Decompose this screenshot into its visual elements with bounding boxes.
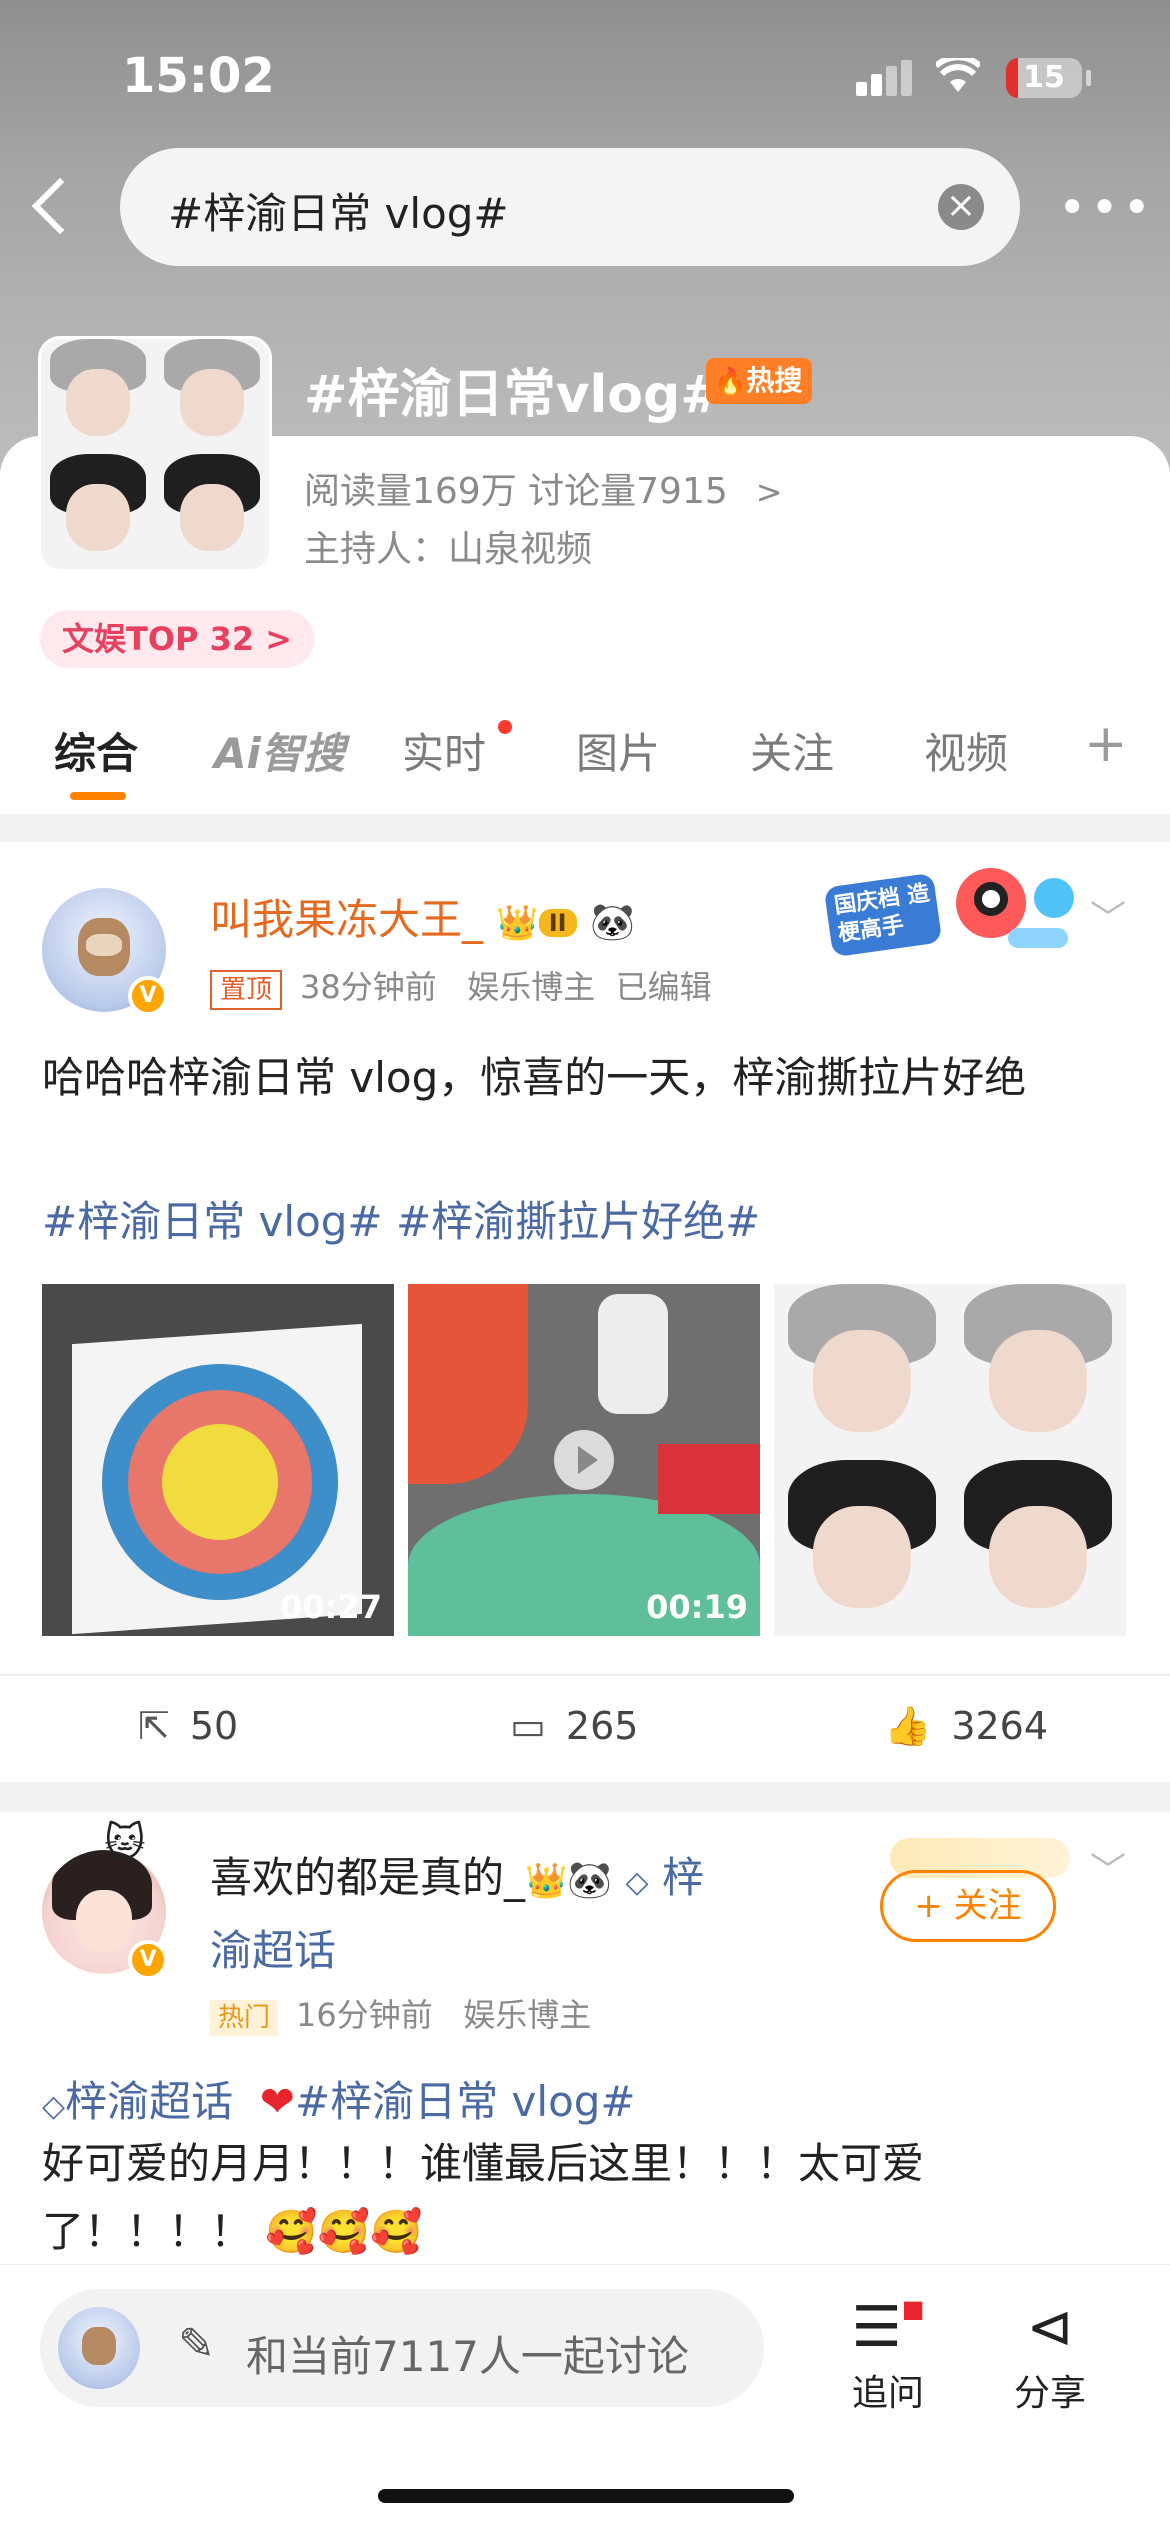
author-name[interactable]: 叫我果冻大王_ 👑 II 🐼	[210, 886, 635, 947]
hot-search-badge: 🔥热搜	[706, 358, 813, 404]
share-button[interactable]: ⊲ 分享	[990, 2295, 1110, 2416]
follow-button[interactable]: + 关注	[880, 1870, 1056, 1942]
heart-icon: ❤	[259, 2077, 295, 2126]
video-thumbnail[interactable]: 00:27	[42, 1284, 394, 1636]
comment-icon: ▭	[510, 1704, 546, 1748]
tab-video[interactable]: 视频	[924, 720, 1008, 781]
new-dot	[498, 720, 512, 734]
topic-host[interactable]: 主持人：山泉视频	[304, 520, 592, 572]
post-text: 哈哈哈梓渝日常 vlog，惊喜的一天，梓渝撕拉片好绝	[42, 1053, 1027, 1102]
post-topics[interactable]: ◇梓渝超话 ❤#梓渝日常 vlog#	[42, 2068, 636, 2129]
like-button[interactable]: 👍 3264	[884, 1704, 1048, 1749]
verified-icon: V	[128, 1940, 168, 1980]
tab-realtime[interactable]: 实时	[402, 720, 486, 781]
discussion-input[interactable]: ✎ 和当前7117人一起讨论	[40, 2289, 764, 2407]
bottom-bar: ✎ 和当前7117人一起讨论 ☰■ 追问 ⊲ 分享	[0, 2264, 1170, 2532]
topic-link: #梓渝日常 vlog#	[295, 2077, 636, 2126]
topic-stats-text: 阅读量169万 讨论量7915	[304, 471, 728, 512]
status-bar: 15:02 15	[0, 40, 1170, 110]
level-badge: II	[538, 908, 577, 937]
supertopic-icon: ◇	[42, 2089, 66, 2124]
post-text-body: 好可爱的月月！！！谁懂最后这里！！！太可爱了！！！！	[42, 2139, 925, 2256]
search-field[interactable]: #梓渝日常 vlog# ×	[120, 148, 1020, 266]
video-thumbnail[interactable]: 00:19	[408, 1284, 760, 1636]
tab-images[interactable]: 图片	[576, 720, 660, 781]
tab-general[interactable]: 综合	[54, 720, 138, 781]
ask-label: 追问	[851, 2373, 924, 2414]
image-thumbnail[interactable]	[774, 1284, 1126, 1636]
post-card: 🐱 V 喜欢的都是真的_👑🐼 ◇ 梓渝超话 热门 16分钟前 娱乐博主 + 关注 …	[0, 1812, 1170, 2272]
rank-badge[interactable]: 文娱TOP 32 >	[40, 610, 315, 668]
more-icon[interactable]: •••	[1058, 180, 1155, 236]
battery-icon: 15	[1006, 58, 1082, 98]
clear-icon[interactable]: ×	[938, 184, 984, 230]
video-duration: 00:27	[280, 1588, 382, 1626]
topic-cover-image	[38, 336, 272, 572]
add-tab-icon[interactable]: +	[1084, 714, 1128, 774]
supertopic-link: 梓渝超话	[65, 2077, 234, 2126]
crown-icon: 👑	[496, 903, 539, 943]
author-name[interactable]: 喜欢的都是真的_👑🐼 ◇ 梓渝超话	[210, 1844, 770, 1985]
post-card: V 叫我果冻大王_ 👑 II 🐼 置顶 38分钟前 娱乐博主 已编辑 国庆档 造梗高…	[0, 842, 1170, 1782]
tab-bar: 综合 Ai智搜 实时 图片 关注 视频 +	[0, 700, 1170, 810]
post-time: 16分钟前	[296, 1996, 433, 2034]
verified-icon: V	[128, 976, 168, 1016]
supertopic-inline: 梓	[661, 1853, 704, 1902]
hot-tag: 热门	[210, 2000, 279, 2036]
author-role: 娱乐博主	[467, 968, 596, 1006]
panda-icon: 🐼	[589, 902, 635, 943]
discussion-placeholder: 和当前7117人一起讨论	[246, 2332, 689, 2381]
clock: 15:02	[122, 48, 275, 104]
active-tab-indicator	[70, 792, 126, 800]
avatar	[58, 2307, 140, 2389]
home-indicator	[378, 2489, 794, 2503]
pencil-icon: ✎	[178, 2319, 215, 2370]
signal-icon	[856, 60, 912, 96]
ask-button[interactable]: ☰■ 追问	[828, 2295, 948, 2416]
cat-sticker-icon: 🐱	[104, 1820, 146, 1866]
pinned-tag: 置顶	[210, 970, 283, 1010]
supertopic-inline-2: 渝超话	[210, 1926, 337, 1975]
topic-stats[interactable]: 阅读量169万 讨论量7915 >	[304, 462, 783, 514]
comment-count: 265	[565, 1704, 639, 1748]
post-actions: ⇱ 50 ▭ 265 👍 3264	[0, 1674, 1170, 1774]
share-label: 分享	[1013, 2373, 1086, 2414]
tab-ai-search[interactable]: Ai智搜	[214, 720, 345, 781]
topic-title: #梓渝日常vlog#	[304, 365, 724, 425]
post-text: 好可爱的月月！！！谁懂最后这里！！！太可爱了！！！！ 🥰🥰🥰	[42, 2130, 1022, 2266]
ask-icon: ☰■	[851, 2295, 925, 2360]
post-time: 38分钟前	[300, 968, 437, 1006]
battery-tip	[1086, 70, 1091, 86]
like-count: 3264	[951, 1704, 1049, 1748]
repost-icon: ⇱	[138, 1704, 170, 1748]
author-name-text: 叫我果冻大王_	[210, 895, 484, 944]
emoji-icon: 🥰🥰🥰	[265, 2207, 423, 2256]
crown-icon: 👑	[525, 1861, 568, 1901]
comment-button[interactable]: ▭ 265	[510, 1704, 638, 1748]
search-query: #梓渝日常 vlog#	[168, 189, 509, 238]
chevron-down-icon[interactable]: ﹀	[1090, 890, 1126, 942]
hot-badge-label: 热搜	[746, 364, 803, 397]
battery-level: 15	[1023, 60, 1065, 95]
post-meta: 置顶 38分钟前 娱乐博主 已编辑	[210, 962, 712, 1010]
play-icon	[554, 1430, 614, 1490]
video-duration: 00:19	[646, 1588, 748, 1626]
panda-icon: 🐼	[567, 1860, 613, 1901]
promo-sticker[interactable]: 国庆档 造梗高手	[823, 858, 1084, 962]
author-name-text: 喜欢的都是真的_	[210, 1853, 526, 1902]
wifi-icon	[933, 54, 983, 104]
back-arrow-icon[interactable]	[30, 176, 74, 236]
repost-button[interactable]: ⇱ 50	[138, 1704, 238, 1748]
chevron-right-icon: >	[755, 473, 783, 511]
tab-following[interactable]: 关注	[750, 720, 834, 781]
chevron-down-icon[interactable]: ﹀	[1090, 1842, 1126, 1894]
post-meta: 热门 16分钟前 娱乐博主	[210, 1990, 591, 2036]
author-role: 娱乐博主	[463, 1996, 592, 2034]
supertopic-icon: ◇	[625, 1865, 649, 1900]
repost-count: 50	[189, 1704, 239, 1748]
share-icon: ⊲	[1026, 2295, 1074, 2360]
edited-label: 已编辑	[615, 968, 712, 1006]
post-topics[interactable]: #梓渝日常 vlog# #梓渝撕拉片好绝#	[42, 1188, 760, 1249]
thumbs-up-icon: 👍	[884, 1704, 932, 1748]
